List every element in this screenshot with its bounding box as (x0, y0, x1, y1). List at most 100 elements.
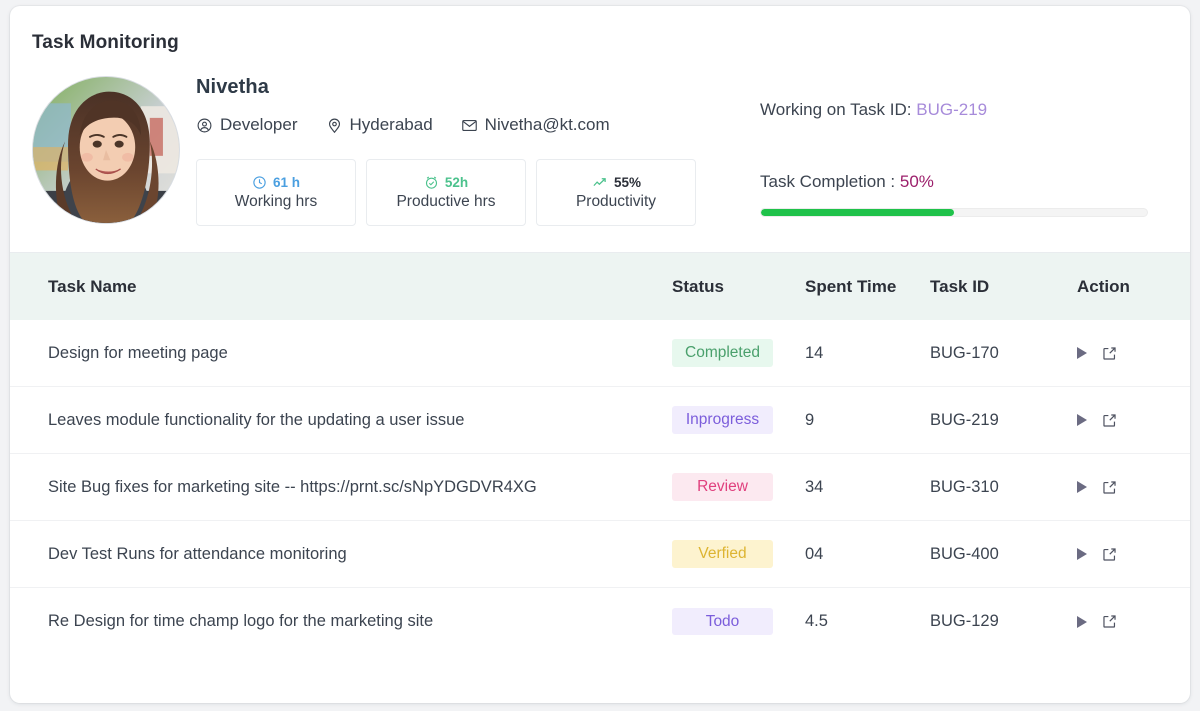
column-header-task-name: Task Name (48, 276, 137, 296)
cell-status: Inprogress (672, 406, 805, 434)
open-task-button[interactable] (1101, 546, 1118, 563)
cell-action (1077, 613, 1190, 630)
working-on-task-id[interactable]: BUG-219 (916, 100, 987, 119)
stat-productive-hrs-value: 52h (444, 174, 469, 190)
map-pin-icon (326, 117, 343, 134)
open-task-button[interactable] (1101, 479, 1118, 496)
cell-status: Todo (672, 607, 805, 636)
meta-email-label: Nivetha@kt.com (484, 115, 610, 134)
row-action-group (1077, 412, 1190, 429)
table-header-row: Task Name Status Spent Time Task ID Acti… (10, 253, 1190, 320)
start-task-button[interactable] (1077, 548, 1087, 560)
meta-role-label: Developer (220, 115, 298, 134)
cell-spent-time: 9 (805, 410, 815, 429)
column-header-spent-time: Spent Time (805, 276, 897, 296)
profile-section: Nivetha Developer Hyderabad Nivetha@kt.c… (10, 54, 1190, 226)
cell-spent-time: 14 (805, 343, 824, 362)
open-task-button[interactable] (1101, 412, 1118, 429)
working-on-task-label: Working on Task ID: (760, 100, 912, 119)
cell-task-id: BUG-310 (930, 477, 999, 496)
row-action-group (1077, 613, 1190, 630)
external-link-icon (1103, 615, 1116, 628)
start-task-button[interactable] (1077, 414, 1087, 426)
stat-productivity-label: Productivity (575, 192, 657, 210)
play-icon (1077, 615, 1087, 628)
profile-meta-row: Developer Hyderabad Nivetha@kt.com (196, 115, 744, 135)
play-icon (1077, 347, 1087, 359)
cell-task-id: BUG-129 (930, 612, 999, 630)
row-action-group (1077, 546, 1190, 563)
mail-icon (461, 117, 478, 134)
column-header-action: Action (1077, 276, 1130, 296)
status-badge: Inprogress (672, 406, 773, 434)
table-row[interactable]: Leaves module functionality for the upda… (10, 387, 1190, 454)
task-table: Task Name Status Spent Time Task ID Acti… (10, 253, 1190, 703)
cell-status: Review (672, 473, 805, 501)
open-task-button[interactable] (1101, 345, 1118, 362)
stat-productivity-value: 55% (613, 174, 642, 190)
meta-location-label: Hyderabad (349, 115, 433, 134)
working-on-task-line: Working on Task ID: BUG-219 (760, 100, 1168, 120)
cell-action (1077, 546, 1190, 563)
table-row[interactable]: Site Bug fixes for marketing site -- htt… (10, 454, 1190, 521)
start-task-button[interactable] (1077, 615, 1087, 628)
external-link-icon (1103, 480, 1116, 494)
task-monitoring-card: Task Monitoring Nivetha Developer Hydera… (10, 6, 1190, 703)
stat-productive-hrs-value-row: 52h (424, 175, 468, 190)
cell-task-id: BUG-170 (930, 343, 999, 362)
external-link-icon (1103, 413, 1116, 427)
cell-status: Completed (672, 339, 805, 367)
table-body: Design for meeting page Completed 14 BUG… (10, 320, 1190, 655)
start-task-button[interactable] (1077, 481, 1087, 493)
table-row[interactable]: Re Design for time champ logo for the ma… (10, 588, 1190, 655)
status-badge: Todo (672, 607, 773, 636)
cell-task-name: Re Design for time champ logo for the ma… (48, 612, 434, 630)
external-link-icon (1103, 346, 1116, 360)
column-header-task-id: Task ID (930, 276, 990, 296)
cell-action (1077, 412, 1190, 429)
play-icon (1077, 481, 1087, 493)
meta-location: Hyderabad (326, 115, 433, 135)
meta-role: Developer (196, 115, 298, 135)
cell-action (1077, 345, 1190, 362)
alarm-check-icon (424, 175, 439, 190)
stat-productive-hrs-label: Productive hrs (396, 192, 496, 210)
table-row[interactable]: Design for meeting page Completed 14 BUG… (10, 320, 1190, 387)
start-task-button[interactable] (1077, 347, 1087, 359)
avatar (32, 76, 180, 224)
task-summary-section: Working on Task ID: BUG-219 Task Complet… (744, 76, 1168, 226)
profile-details: Nivetha Developer Hyderabad Nivetha@kt.c… (184, 72, 1168, 226)
stat-productivity-value-row: 55% (591, 175, 641, 190)
cell-spent-time: 34 (805, 477, 824, 496)
cell-spent-time: 04 (805, 544, 824, 563)
trending-up-icon (591, 175, 608, 190)
stat-card-working-hrs: 61 h Working hrs (196, 159, 356, 226)
task-completion-value: 50% (899, 172, 934, 191)
task-completion-progress-fill (761, 209, 954, 216)
stats-row: 61 h Working hrs 52h Productive hrs 55% … (196, 159, 744, 226)
stat-card-productive-hrs: 52h Productive hrs (366, 159, 526, 226)
open-task-button[interactable] (1101, 613, 1118, 630)
cell-status: Verfied (672, 540, 805, 568)
row-action-group (1077, 345, 1190, 362)
page-root: Task Monitoring Nivetha Developer Hydera… (0, 0, 1200, 711)
user-circle-icon (196, 117, 213, 134)
task-completion-progress-bar (760, 208, 1148, 217)
play-icon (1077, 548, 1087, 560)
play-icon (1077, 414, 1087, 426)
avatar-container (28, 72, 184, 226)
status-badge: Review (672, 473, 773, 501)
stat-working-hrs-value: 61 h (272, 174, 300, 190)
external-link-icon (1103, 547, 1116, 561)
cell-action (1077, 479, 1190, 496)
cell-spent-time: 4.5 (805, 612, 828, 630)
stat-working-hrs-label: Working hrs (234, 192, 318, 210)
profile-identity: Nivetha Developer Hyderabad Nivetha@kt.c… (196, 76, 744, 226)
clock-icon (252, 175, 267, 190)
table-row[interactable]: Dev Test Runs for attendance monitoring … (10, 521, 1190, 588)
meta-email: Nivetha@kt.com (461, 115, 610, 135)
cell-task-name: Site Bug fixes for marketing site -- htt… (48, 477, 537, 496)
avatar-photo (33, 77, 179, 223)
task-completion-line: Task Completion : 50% (760, 172, 1168, 192)
person-name: Nivetha (196, 76, 269, 98)
